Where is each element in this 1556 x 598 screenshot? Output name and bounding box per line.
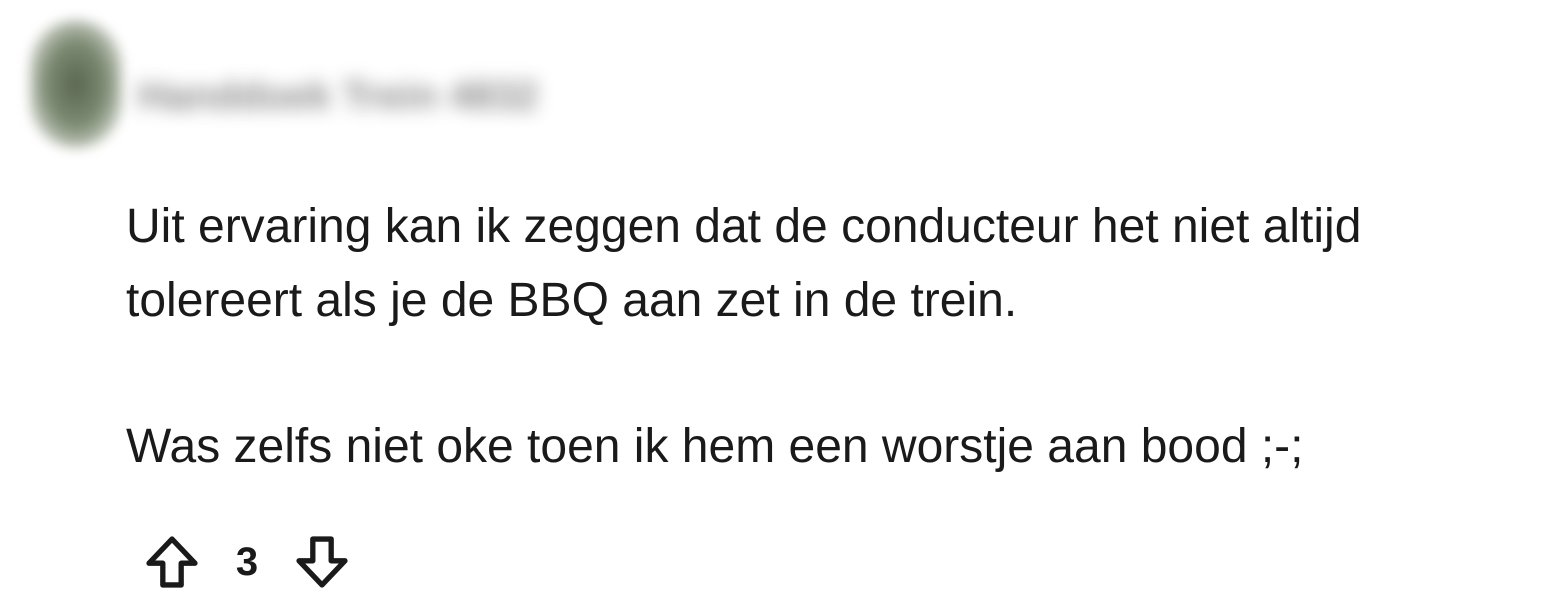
- arrow-up-outline-icon: [146, 536, 198, 588]
- arrow-down-outline-icon: [296, 536, 348, 588]
- comment: Handdoek Trein 4832 Uit ervaring kan ik …: [0, 0, 1556, 598]
- upvote-button[interactable]: [140, 530, 204, 594]
- vote-bar: 3: [140, 530, 354, 594]
- comment-paragraph: Was zelfs niet oke toen ik hem een worst…: [126, 420, 1304, 473]
- comment-body: Uit ervaring kan ik zeggen dat de conduc…: [126, 190, 1536, 484]
- comment-paragraph: Uit ervaring kan ik zeggen dat de conduc…: [126, 200, 1362, 327]
- downvote-button[interactable]: [290, 530, 354, 594]
- username[interactable]: Handdoek Trein 4832: [138, 72, 538, 120]
- avatar[interactable]: [30, 20, 122, 148]
- vote-score: 3: [235, 539, 259, 584]
- comment-header: Handdoek Trein 4832: [0, 0, 620, 180]
